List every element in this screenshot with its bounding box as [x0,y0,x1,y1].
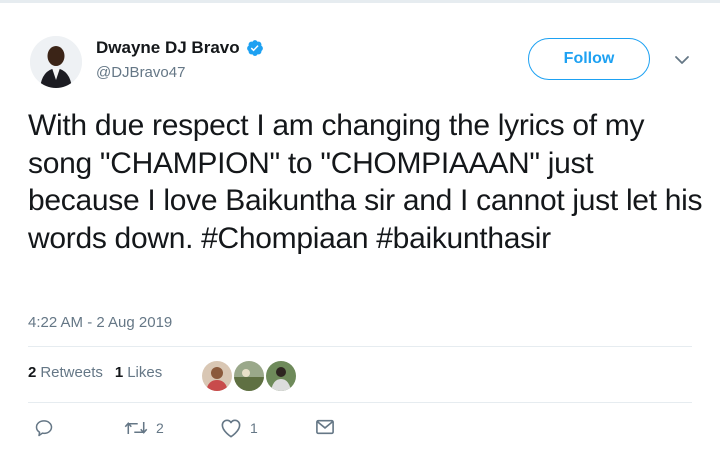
retweet-button[interactable]: 2 [124,418,164,438]
like-count: 1 [250,420,258,436]
likes-count: 1 [114,364,124,381]
author-handle[interactable]: @DJBravo47 [96,64,185,81]
author-name[interactable]: Dwayne DJ Bravo [96,38,240,58]
liker-avatar[interactable] [232,359,266,393]
likers-avatars [200,359,298,393]
tweet-timestamp[interactable]: 4:22 AM - 2 Aug 2019 [28,314,172,331]
follow-button[interactable]: Follow [528,38,650,80]
avatar[interactable] [30,36,82,88]
divider-bottom [28,402,692,403]
likes-stat[interactable]: 1 Likes [115,364,162,381]
envelope-icon [316,419,334,435]
likes-label: Likes [127,364,163,381]
tweet-actions: 2 1 [0,418,720,448]
divider-top [28,346,692,347]
verified-badge-icon [246,40,263,56]
chevron-down-icon[interactable] [674,54,690,66]
heart-icon [221,419,241,438]
retweets-count: 2 [28,364,37,381]
liker-avatar[interactable] [264,359,298,393]
reply-icon [35,420,53,437]
author-name-row[interactable]: Dwayne DJ Bravo [96,38,264,58]
retweet-icon [124,422,148,434]
like-button[interactable]: 1 [220,418,258,438]
retweets-label: Retweets [40,364,103,381]
reply-button[interactable] [34,418,54,438]
retweet-count: 2 [156,420,164,436]
direct-message-button[interactable] [315,418,335,436]
top-border [0,0,720,3]
engagement-stats: 2 Retweets 1 Likes [28,364,174,381]
liker-avatar[interactable] [200,359,234,393]
tweet-text: With due respect I am changing the lyric… [28,109,703,255]
retweets-stat[interactable]: 2 Retweets [28,364,103,381]
